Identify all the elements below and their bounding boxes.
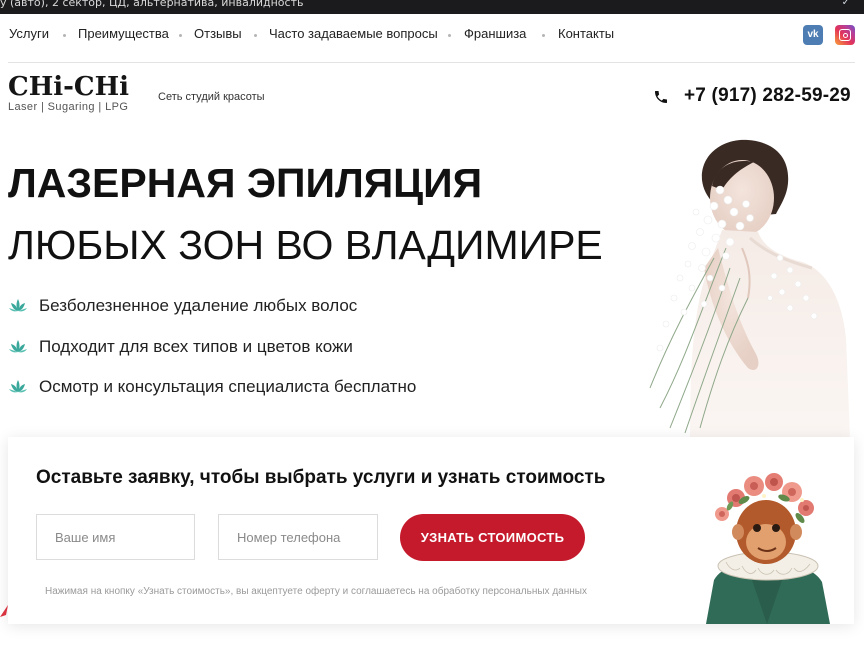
logo[interactable]: CHi-CHi Laser | Sugaring | LPG [8,73,129,113]
phone-icon [655,91,667,103]
header-divider [8,62,855,63]
hero-photo [649,139,850,438]
phone-input[interactable] [218,514,378,560]
corner-arrow-icon [0,605,8,617]
feature-text: Подходит для всех типов и цветов кожи [39,337,353,356]
nav-separator [63,34,66,37]
feature-text: Осмотр и консультация специалиста беспла… [39,377,417,396]
nav-item-franchise[interactable]: Франшиза [464,26,526,41]
logo-tagline: Laser | Sugaring | LPG [8,101,129,113]
lotus-icon [9,299,27,312]
nav-separator [448,34,451,37]
vk-icon[interactable]: vk [803,25,823,45]
main-nav: Услуги Преимущества Отзывы Часто задавае… [0,22,864,46]
top-strip-text: y (авто), 2 сектор, ЦД, альтернатива, ин… [0,0,304,9]
nav-item-services[interactable]: Услуги [9,26,49,41]
monkey-illustration [706,473,830,624]
hero-subtitle: ЛЮБЫХ ЗОН ВО ВЛАДИМИРЕ [8,222,603,268]
form-title: Оставьте заявку, чтобы выбрать услуги и … [36,467,606,488]
feature-text: Безболезненное удаление любых волос [39,296,358,315]
phone-link[interactable]: +7 (917) 282-59-29 [684,85,851,107]
lotus-icon [9,380,27,393]
instagram-glyph [839,29,851,41]
hero-title: ЛАЗЕРНАЯ ЭПИЛЯЦИЯ [8,160,483,206]
logo-wordmark: CHi-CHi [8,72,130,102]
nav-item-advantages[interactable]: Преимущества [78,26,169,41]
top-strip: y (авто), 2 сектор, ЦД, альтернатива, ин… [0,0,864,14]
nav-separator [179,34,182,37]
get-price-button[interactable]: УЗНАТЬ СТОИМОСТЬ [400,514,585,561]
nav-separator [542,34,545,37]
instagram-icon[interactable] [835,25,855,45]
consent-text: Нажимая на кнопку «Узнать стоимость», вы… [45,586,587,597]
lotus-icon [9,340,27,353]
chevron-icon[interactable]: ✓ [842,0,850,8]
nav-item-reviews[interactable]: Отзывы [194,26,242,41]
nav-item-faq[interactable]: Часто задаваемые вопросы [269,26,438,41]
name-input[interactable] [36,514,195,560]
nav-separator [254,34,257,37]
nav-item-contacts[interactable]: Контакты [558,26,614,41]
site-tagline: Сеть студий красоты [158,91,265,103]
